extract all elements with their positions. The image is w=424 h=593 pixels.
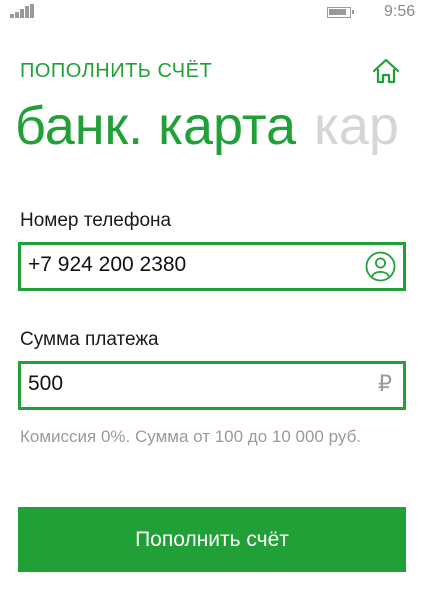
section-title: ПОПОЛНИТЬ СЧЁТ [20,60,213,82]
pivot-item-next[interactable]: кар [314,96,399,156]
commission-hint: Комиссия 0%. Сумма от 100 до 10 000 руб. [20,427,362,446]
phone-field[interactable]: +7 924 200 2380 [18,242,406,291]
home-icon[interactable] [372,58,400,84]
status-time: 9:56 [384,3,416,20]
contact-person-icon[interactable] [365,251,396,282]
phone-value: +7 924 200 2380 [28,253,187,276]
phone-label: Номер телефона [20,210,172,231]
ruble-icon: ₽ [378,371,392,396]
top-up-button[interactable]: Пополнить счёт [18,507,406,572]
amount-value: 500 [28,372,64,395]
pivot-item-bank-card[interactable]: банк. карта [15,96,296,156]
battery-icon [327,7,354,18]
amount-label: Сумма платежа [20,329,159,350]
pivot-header: банк. карта кар [15,94,424,164]
amount-field[interactable]: 500 ₽ [18,361,406,410]
status-bar: 9:56 [0,0,424,26]
signal-strength-icon [10,4,34,18]
